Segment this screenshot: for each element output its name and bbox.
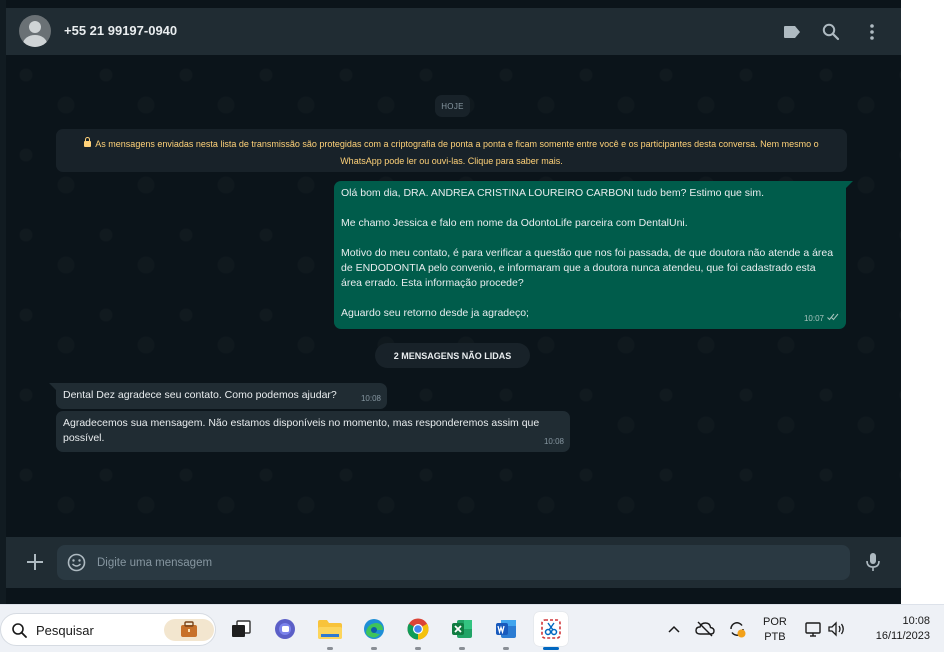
- task-view-icon[interactable]: [227, 615, 255, 643]
- outgoing-message[interactable]: Olá bom dia, DRA. ANDREA CRISTINA LOUREI…: [334, 181, 853, 329]
- encryption-notice-text: As mensagens enviadas nesta lista de tra…: [95, 139, 819, 166]
- sync-icon[interactable]: [727, 619, 747, 639]
- language-line1: POR: [763, 616, 787, 628]
- running-indicator: [543, 647, 559, 650]
- double-check-icon: [827, 311, 839, 326]
- volume-icon[interactable]: [827, 619, 847, 639]
- snipping-tool-icon[interactable]: [534, 612, 568, 646]
- running-indicator: [371, 647, 377, 650]
- taskbar: Pesquisar POR PTB 10:08 16/11/2023: [0, 604, 944, 652]
- message-input-box: [57, 545, 850, 580]
- emoji-icon[interactable]: [67, 553, 86, 572]
- teams-icon[interactable]: [271, 615, 299, 643]
- encryption-notice[interactable]: As mensagens enviadas nesta lista de tra…: [56, 129, 847, 172]
- message-input[interactable]: [97, 545, 837, 580]
- message-time: 10:08: [543, 437, 564, 446]
- running-indicator: [503, 647, 509, 650]
- avatar-body: [23, 35, 47, 47]
- message-time: 10:08: [360, 394, 381, 403]
- message-composer: [6, 537, 901, 588]
- excel-icon[interactable]: [448, 615, 476, 643]
- unread-divider: 2 MENSAGENS NÃO LIDAS: [375, 343, 530, 368]
- running-indicator: [415, 647, 421, 650]
- message-list[interactable]: HOJE As mensagens enviadas nesta lista d…: [6, 55, 901, 537]
- language-line2: PTB: [764, 631, 786, 643]
- language-indicator[interactable]: POR PTB: [763, 615, 787, 645]
- search-icon: [11, 622, 28, 639]
- message-text: Dental Dez agradece seu contato. Como po…: [63, 389, 337, 401]
- search-icon[interactable]: [820, 21, 842, 43]
- message-time: 10:07: [803, 314, 824, 323]
- contact-name[interactable]: +55 21 99197-0940: [64, 23, 177, 38]
- message-paragraph: Me chamo Jessica e falo em nome da Odont…: [341, 217, 688, 229]
- running-indicator: [459, 647, 465, 650]
- search-highlight-icon: [164, 619, 214, 641]
- avatar-head: [29, 21, 41, 33]
- clock-time: 10:08: [902, 615, 930, 627]
- chat-header: +55 21 99197-0940: [6, 8, 901, 55]
- edge-icon[interactable]: [360, 615, 388, 643]
- desktop-background: [901, 0, 944, 604]
- message-meta: 10:07: [804, 311, 839, 326]
- monitor-icon[interactable]: [803, 619, 823, 639]
- incoming-message[interactable]: Dental Dez agradece seu contato. Como po…: [49, 383, 387, 409]
- message-paragraph: Aguardo seu retorno desde ja agradeço;: [341, 307, 529, 319]
- label-icon[interactable]: [781, 21, 803, 43]
- chevron-up-icon[interactable]: [664, 619, 684, 639]
- clock-date: 16/11/2023: [875, 630, 930, 642]
- contact-avatar[interactable]: [19, 15, 51, 47]
- word-icon[interactable]: [492, 615, 520, 643]
- cloud-offline-icon[interactable]: [695, 619, 715, 639]
- incoming-message[interactable]: Agradecemos sua mensagem. Não estamos di…: [56, 411, 570, 452]
- taskbar-search[interactable]: Pesquisar: [0, 613, 216, 646]
- window-top-gap: [0, 0, 901, 8]
- system-clock[interactable]: 10:08 16/11/2023: [858, 614, 930, 644]
- lock-icon: [84, 137, 92, 147]
- running-indicator: [327, 647, 333, 650]
- message-text: Agradecemos sua mensagem. Não estamos di…: [63, 417, 540, 444]
- chrome-icon[interactable]: [404, 615, 432, 643]
- date-divider: HOJE: [435, 95, 470, 117]
- menu-dots-icon[interactable]: [861, 21, 883, 43]
- file-explorer-icon[interactable]: [316, 615, 344, 643]
- search-label: Pesquisar: [36, 623, 94, 638]
- plus-icon[interactable]: [24, 551, 46, 573]
- message-paragraph: Olá bom dia, DRA. ANDREA CRISTINA LOUREI…: [341, 187, 765, 199]
- whatsapp-window: +55 21 99197-0940 HOJE As mensagens envi…: [0, 0, 944, 604]
- mic-icon[interactable]: [863, 551, 883, 573]
- message-paragraph: Motivo do meu contato, é para verificar …: [341, 247, 834, 289]
